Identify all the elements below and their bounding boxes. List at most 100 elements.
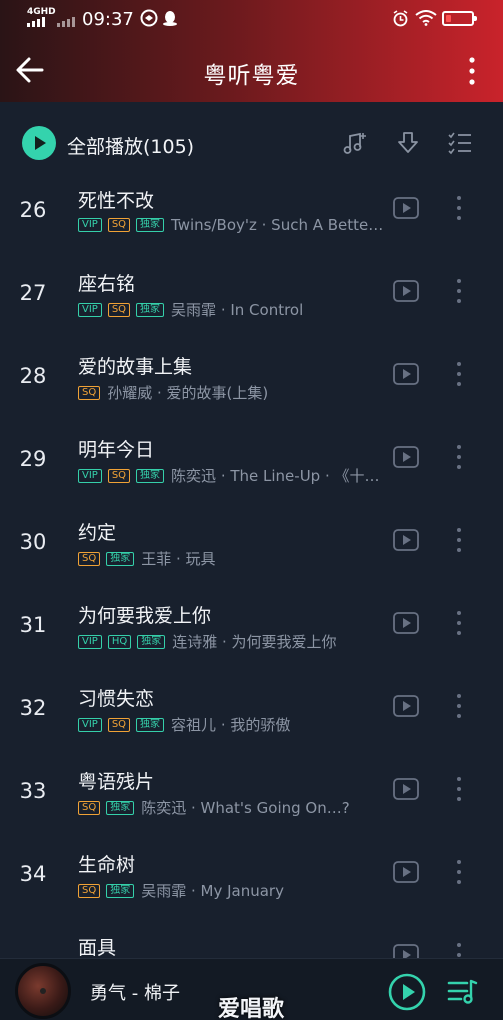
- song-index: 26: [19, 198, 47, 222]
- more-vertical-icon[interactable]: [452, 278, 466, 304]
- quality-badge: 独家: [136, 302, 165, 317]
- multi-select-icon[interactable]: [447, 130, 473, 156]
- quality-badge: SQ: [107, 717, 131, 732]
- quality-badge: 独家: [137, 634, 166, 649]
- song-index: 32: [19, 696, 47, 720]
- quality-badge: VIP: [78, 634, 102, 649]
- song-title: 爱的故事上集: [78, 356, 193, 378]
- song-row[interactable]: 34 生命树 SQ 独家 吴雨霏 · My January: [0, 832, 503, 915]
- quality-badge: VIP: [78, 468, 102, 483]
- battery-icon: [442, 11, 477, 26]
- song-meta: SQ 独家 吴雨霏 · My January: [78, 880, 284, 901]
- song-meta: VIP SQ 独家 陈奕迅 · The Line-Up · 《十…: [78, 465, 380, 486]
- artist-album: 吴雨霏 · In Control: [171, 301, 304, 319]
- play-icon[interactable]: [388, 973, 426, 1011]
- mv-play-icon[interactable]: [393, 612, 419, 634]
- more-vertical-icon[interactable]: [452, 610, 466, 636]
- quality-badge: VIP: [78, 218, 102, 232]
- song-index: 30: [19, 530, 47, 554]
- clock: 09:37: [82, 9, 134, 30]
- artist-album: Twins/Boy'z · Such A Bette…: [171, 216, 384, 234]
- quality-badge: 独家: [106, 551, 135, 566]
- song-row[interactable]: 30 约定 SQ 独家 王菲 · 玩具: [0, 500, 503, 583]
- quality-badge: 独家: [136, 717, 165, 732]
- song-index: 33: [19, 779, 47, 803]
- artist-album: 吴雨霏 · My January: [141, 882, 284, 900]
- quality-badge: 独家: [136, 468, 165, 483]
- more-vertical-icon[interactable]: [452, 693, 466, 719]
- song-title: 面具: [78, 937, 117, 959]
- song-title: 习惯失恋: [78, 688, 155, 710]
- quality-badge: 独家: [106, 800, 135, 815]
- signal-strength-2-icon: [57, 17, 75, 27]
- quality-badge: SQ: [78, 551, 101, 566]
- quality-badge: HQ: [107, 634, 132, 649]
- play-icon: [35, 136, 46, 150]
- mv-play-icon[interactable]: [393, 280, 419, 302]
- song-index: 31: [19, 613, 47, 637]
- song-row[interactable]: 31 为何要我爱上你 VIP HQ 独家 连诗雅 · 为何要我爱上你: [0, 583, 503, 666]
- now-playing-title[interactable]: 勇气 - 棉子: [90, 979, 180, 1005]
- music-add-icon[interactable]: [342, 130, 368, 156]
- song-row[interactable]: 32 习惯失恋 VIP SQ 独家 容祖儿 · 我的骄傲: [0, 666, 503, 749]
- quality-badge: SQ: [78, 883, 101, 898]
- play-all-button[interactable]: [22, 126, 56, 160]
- artist-album: 连诗雅 · 为何要我爱上你: [172, 633, 337, 651]
- mini-player[interactable]: 勇气 - 棉子 爱唱歌: [0, 958, 503, 1020]
- quality-badge: SQ: [107, 302, 131, 317]
- song-row[interactable]: 28 爱的故事上集 SQ 孙耀威 · 爱的故事(上集): [0, 334, 503, 417]
- more-vertical-icon[interactable]: [452, 776, 466, 802]
- top-header: 4GHD 09:37 粤听粤爱: [0, 0, 503, 102]
- playlist-queue-icon[interactable]: [446, 977, 478, 1007]
- more-vertical-icon[interactable]: [462, 56, 482, 86]
- song-meta: SQ 独家 王菲 · 玩具: [78, 548, 216, 569]
- mv-play-icon[interactable]: [393, 363, 419, 385]
- mv-play-icon[interactable]: [393, 778, 419, 800]
- navigation-bar: 粤听粤爱: [0, 38, 503, 102]
- song-row[interactable]: 33 粤语残片 SQ 独家 陈奕迅 · What's Going On…?: [0, 749, 503, 832]
- song-index: 28: [19, 364, 47, 388]
- quality-badge: VIP: [78, 717, 102, 732]
- mv-play-icon[interactable]: [393, 695, 419, 717]
- song-index: 34: [19, 862, 47, 886]
- quality-badge: 独家: [106, 883, 135, 898]
- artist-album: 陈奕迅 · What's Going On…?: [141, 799, 350, 817]
- more-vertical-icon[interactable]: [452, 361, 466, 387]
- mv-play-icon[interactable]: [393, 529, 419, 551]
- song-index: 27: [19, 281, 47, 305]
- battery-level: [446, 15, 451, 22]
- quality-badge: SQ: [107, 468, 131, 483]
- mv-play-icon[interactable]: [393, 861, 419, 883]
- song-meta: VIP HQ 独家 连诗雅 · 为何要我爱上你: [78, 631, 337, 652]
- song-row[interactable]: 26 死性不改 VIP SQ 独家 Twins/Boy'z · Such A Bette…: [0, 168, 503, 251]
- artist-album: 陈奕迅 · The Line-Up · 《十…: [171, 467, 380, 485]
- mv-play-icon[interactable]: [393, 446, 419, 468]
- more-vertical-icon[interactable]: [452, 195, 466, 221]
- wifi-icon: [415, 10, 437, 26]
- mv-play-icon[interactable]: [393, 197, 419, 219]
- song-meta: VIP SQ 独家 容祖儿 · 我的骄傲: [78, 714, 290, 735]
- qq-browser-icon: [140, 9, 158, 27]
- song-title: 座右铭: [78, 273, 136, 295]
- more-vertical-icon[interactable]: [452, 444, 466, 470]
- play-all-label[interactable]: 全部播放(105): [67, 132, 194, 159]
- more-vertical-icon[interactable]: [452, 859, 466, 885]
- song-meta: VIP SQ 独家 吴雨霏 · In Control: [78, 299, 303, 320]
- song-title: 生命树: [78, 854, 136, 876]
- qq-penguin-icon: [163, 11, 177, 26]
- artist-album: 孙耀威 · 爱的故事(上集): [107, 384, 269, 402]
- signal-strength-icon: [27, 17, 45, 27]
- artist-album: 王菲 · 玩具: [141, 550, 216, 568]
- download-icon[interactable]: [395, 130, 421, 156]
- song-row[interactable]: 27 座右铭 VIP SQ 独家 吴雨霏 · In Control: [0, 251, 503, 334]
- song-title: 死性不改: [78, 190, 155, 212]
- song-meta: SQ 孙耀威 · 爱的故事(上集): [78, 382, 268, 403]
- more-vertical-icon[interactable]: [452, 527, 466, 553]
- song-meta: SQ 独家 陈奕迅 · What's Going On…?: [78, 797, 350, 818]
- album-cover[interactable]: [15, 963, 71, 1019]
- quality-badge: SQ: [78, 800, 101, 815]
- artist-album: 容祖儿 · 我的骄傲: [171, 716, 291, 734]
- song-row[interactable]: 29 明年今日 VIP SQ 独家 陈奕迅 · The Line-Up · 《十…: [0, 417, 503, 500]
- alarm-icon: [393, 10, 408, 27]
- song-meta: VIP SQ 独家 Twins/Boy'z · Such A Bette…: [78, 216, 383, 234]
